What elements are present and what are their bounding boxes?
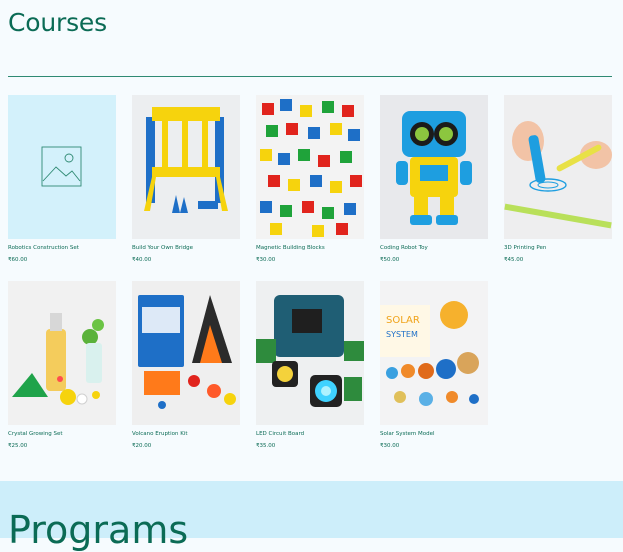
- coding-robot-image: [380, 95, 488, 239]
- course-price: ₹45.00: [504, 257, 524, 263]
- 3d-pen-image: [504, 95, 612, 239]
- course-price: ₹20.00: [132, 443, 152, 449]
- course-card[interactable]: Robotics Construction Set ₹60.00: [8, 95, 116, 264]
- course-card[interactable]: SOLAR SYSTEM Solar System Model ₹30.00: [380, 281, 488, 450]
- course-price: ₹35.00: [256, 443, 276, 449]
- course-name[interactable]: Robotics Construction Set: [8, 245, 116, 252]
- course-price: ₹60.00: [8, 257, 28, 263]
- course-image[interactable]: [504, 95, 612, 239]
- course-name[interactable]: 3D Printing Pen: [504, 245, 612, 252]
- led-circuit-image: [256, 281, 364, 425]
- course-price: ₹40.00: [132, 257, 152, 263]
- course-name[interactable]: Crystal Growing Set: [8, 431, 116, 438]
- course-card[interactable]: Build Your Own Bridge ₹40.00: [132, 95, 240, 264]
- course-price: ₹30.00: [256, 257, 276, 263]
- course-image[interactable]: [8, 281, 116, 425]
- course-card[interactable]: Crystal Growing Set ₹25.00: [8, 281, 116, 450]
- solar-system-image: SOLAR SYSTEM: [380, 281, 488, 425]
- course-card[interactable]: Magnetic Building Blocks ₹30.00: [256, 95, 364, 264]
- course-image[interactable]: [132, 95, 240, 239]
- course-image[interactable]: [380, 95, 488, 239]
- crystal-set-image: [8, 281, 116, 425]
- course-card[interactable]: 3D Printing Pen ₹45.00: [504, 95, 612, 264]
- course-image[interactable]: [256, 281, 364, 425]
- course-price: ₹30.00: [380, 443, 400, 449]
- course-image[interactable]: [132, 281, 240, 425]
- course-name[interactable]: Coding Robot Toy: [380, 245, 488, 252]
- course-name[interactable]: Volcano Eruption Kit: [132, 431, 240, 438]
- volcano-kit-image: [132, 281, 240, 425]
- course-card[interactable]: Volcano Eruption Kit ₹20.00: [132, 281, 240, 450]
- svg-text:SOLAR: SOLAR: [386, 315, 420, 326]
- course-name[interactable]: Solar System Model: [380, 431, 488, 438]
- courses-divider: [8, 76, 612, 77]
- course-name[interactable]: Build Your Own Bridge: [132, 245, 240, 252]
- course-price: ₹50.00: [380, 257, 400, 263]
- course-card[interactable]: LED Circuit Board ₹35.00: [256, 281, 364, 450]
- bridge-toy-image: [132, 95, 240, 239]
- image-placeholder-icon: [41, 146, 82, 187]
- course-image[interactable]: [256, 95, 364, 239]
- course-image[interactable]: SOLAR SYSTEM: [380, 281, 488, 425]
- course-card[interactable]: Coding Robot Toy ₹50.00: [380, 95, 488, 264]
- magnetic-blocks-image: [256, 95, 364, 239]
- placeholder-image[interactable]: [8, 95, 116, 239]
- course-name[interactable]: Magnetic Building Blocks: [256, 245, 364, 252]
- programs-title: Programs: [8, 508, 189, 552]
- course-name[interactable]: LED Circuit Board: [256, 431, 364, 438]
- course-price: ₹25.00: [8, 443, 28, 449]
- courses-title: Courses: [8, 8, 107, 37]
- svg-text:SYSTEM: SYSTEM: [386, 330, 418, 339]
